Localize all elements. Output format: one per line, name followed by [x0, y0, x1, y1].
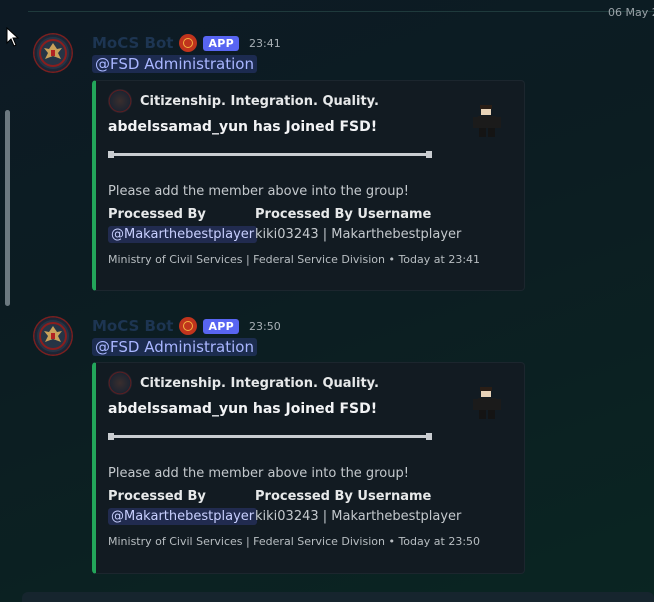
field-processed-by-value: @Makarthebestplayer: [108, 508, 258, 525]
embed-description: Please add the member above into the gro…: [108, 466, 409, 481]
app-tag: APP: [203, 318, 239, 334]
author-name[interactable]: MoCS Bot: [92, 34, 173, 52]
embed-title: abdelssamad_yun has Joined FSD!: [108, 119, 378, 135]
bot-avatar[interactable]: [33, 316, 73, 356]
embed-author: Citizenship. Integration. Quality.: [108, 371, 379, 395]
date-divider: [28, 11, 654, 12]
field-username-value: kiki03243 | Makarthebestplayer: [255, 227, 462, 242]
embed-footer: Ministry of Civil Services | Federal Ser…: [108, 535, 481, 548]
field-processed-by-label: Processed By: [108, 489, 206, 504]
field-processed-by-value: @Makarthebestplayer: [108, 226, 258, 243]
message-header: MoCS Bot APP 23:50: [92, 316, 281, 336]
role-mention[interactable]: @FSD Administration: [92, 338, 257, 356]
timestamp[interactable]: 23:50: [249, 320, 281, 333]
author-name[interactable]: MoCS Bot: [92, 317, 173, 335]
roblox-avatar-thumbnail[interactable]: [470, 386, 504, 420]
mouse-cursor-icon: [6, 27, 20, 47]
embed: Citizenship. Integration. Quality. abdel…: [92, 80, 525, 291]
line-end-left: [108, 433, 114, 440]
embed-author: Citizenship. Integration. Quality.: [108, 89, 379, 113]
user-mention[interactable]: @Makarthebestplayer: [108, 226, 258, 243]
progress-line: [110, 153, 430, 156]
mention-line: @FSD Administration: [92, 54, 257, 74]
line-end-right: [426, 433, 432, 440]
field-processed-by-label: Processed By: [108, 207, 206, 222]
field-username-value: kiki03243 | Makarthebestplayer: [255, 509, 462, 524]
mention-line: @FSD Administration: [92, 337, 257, 357]
emblem-badge-icon: [179, 317, 198, 335]
embed: Citizenship. Integration. Quality. abdel…: [92, 362, 525, 574]
user-mention[interactable]: @Makarthebestplayer: [108, 508, 258, 525]
bot-avatar[interactable]: [33, 33, 73, 73]
message-input-area[interactable]: [22, 592, 654, 602]
progress-line: [110, 435, 430, 438]
embed-author-icon: [108, 371, 132, 395]
date-divider-label: 06 May 2: [608, 6, 654, 19]
embed-description: Please add the member above into the gro…: [108, 184, 409, 199]
role-mention[interactable]: @FSD Administration: [92, 55, 257, 73]
message-header: MoCS Bot APP 23:41: [92, 33, 281, 53]
roblox-avatar-thumbnail[interactable]: [470, 104, 504, 138]
line-end-right: [426, 151, 432, 158]
field-username-label: Processed By Username: [255, 207, 432, 222]
field-username-label: Processed By Username: [255, 489, 432, 504]
emblem-badge-icon: [179, 34, 198, 52]
embed-footer: Ministry of Civil Services | Federal Ser…: [108, 253, 481, 266]
embed-title: abdelssamad_yun has Joined FSD!: [108, 401, 378, 417]
emblem-icon: [37, 320, 69, 352]
app-tag: APP: [203, 35, 239, 51]
line-end-left: [108, 151, 114, 158]
embed-author-name: Citizenship. Integration. Quality.: [140, 375, 379, 391]
embed-author-name: Citizenship. Integration. Quality.: [140, 93, 379, 109]
embed-author-icon: [108, 89, 132, 113]
emblem-icon: [37, 37, 69, 69]
scrollbar-thumb[interactable]: [5, 110, 10, 306]
timestamp[interactable]: 23:41: [249, 37, 281, 50]
